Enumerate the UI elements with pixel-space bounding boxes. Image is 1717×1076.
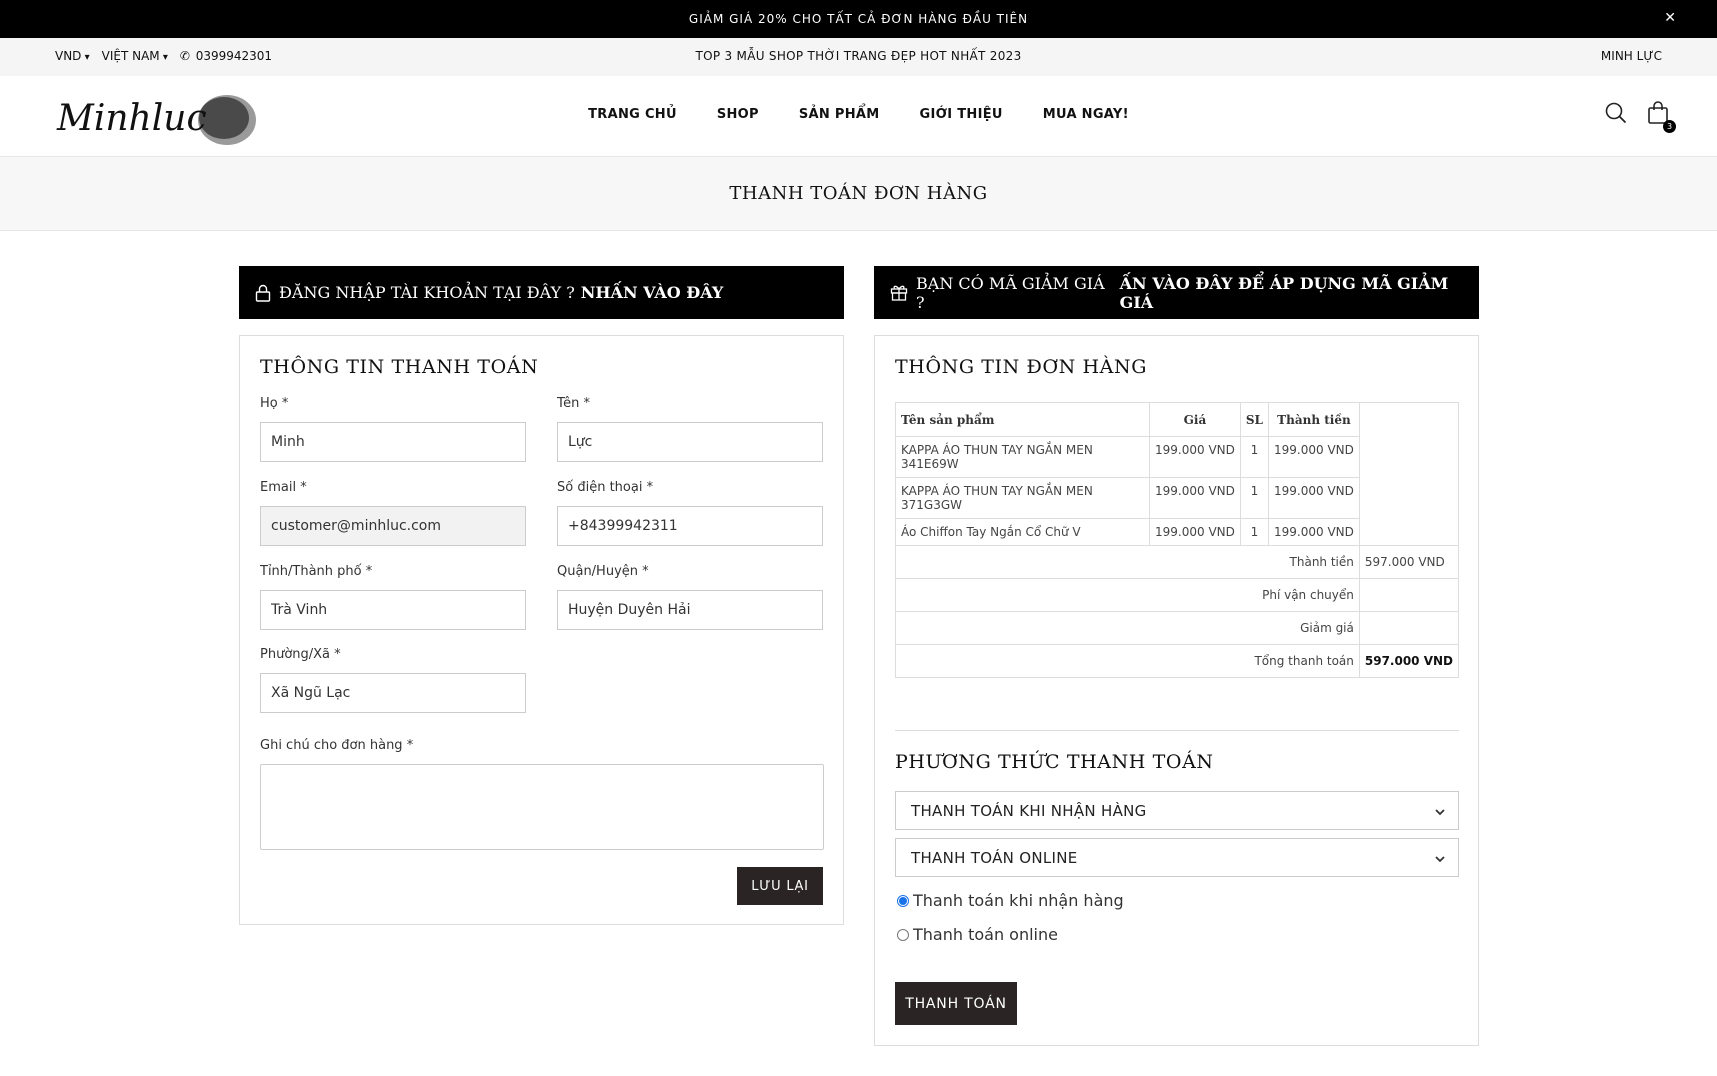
district-select[interactable] xyxy=(557,590,823,630)
product-qty: 1 xyxy=(1239,436,1270,478)
district-label: Quận/Huyện * xyxy=(557,564,649,579)
ward-select[interactable] xyxy=(260,673,526,713)
page-title: THANH TOÁN ĐƠN HÀNG xyxy=(729,183,988,204)
cart-count-badge: 3 xyxy=(1663,120,1676,133)
accordion-cod-label: THANH TOÁN KHI NHẬN HÀNG xyxy=(911,801,1147,820)
gift-icon xyxy=(890,284,908,301)
product-price: 199.000 VND xyxy=(1149,518,1241,546)
page-title-band: THANH TOÁN ĐƠN HÀNG xyxy=(0,156,1717,231)
radio-cod[interactable] xyxy=(897,894,909,907)
shipping-value xyxy=(1358,578,1460,612)
top-bar: VND VIỆT NAM ✆ 0399942301 TOP 3 MẪU SHOP… xyxy=(0,38,1717,76)
grand-total-row: Tổng thanh toán 597.000 VND xyxy=(895,644,1460,678)
phone-field[interactable] xyxy=(557,506,823,546)
product-price: 199.000 VND xyxy=(1149,436,1241,478)
table-header-row: Tên sản phẩm Giá SL Thành tiền xyxy=(894,402,1460,546)
cart-button[interactable]: 3 xyxy=(1647,101,1676,133)
nav-item-buy-now[interactable]: MUA NGAY! xyxy=(1043,107,1129,122)
column-header: SL xyxy=(1239,402,1270,437)
payment-accordion-cod[interactable]: THANH TOÁN KHI NHẬN HÀNG xyxy=(895,791,1459,830)
nav-item-products[interactable]: SẢN PHẨM xyxy=(799,107,880,122)
coupon-link[interactable]: ẤN VÀO ĐÂY ĐỂ ÁP DỤNG MÃ GIẢM GIÁ xyxy=(1120,274,1479,312)
order-table: Tên sản phẩm Giá SL Thành tiền KAPPA ÁO … xyxy=(894,402,1460,678)
grand-total-label: Tổng thanh toán xyxy=(895,644,1360,678)
first-name-input[interactable] xyxy=(557,422,823,462)
product-qty: 1 xyxy=(1239,477,1270,519)
nav-item-home[interactable]: TRANG CHỦ xyxy=(588,107,677,122)
payment-title: PHƯƠNG THỨC THANH TOÁN xyxy=(895,751,1214,773)
discount-value xyxy=(1358,611,1460,645)
first-name-label: Tên * xyxy=(557,396,590,411)
checkout-button[interactable]: THANH TOÁN xyxy=(895,982,1017,1025)
order-panel: THÔNG TIN ĐƠN HÀNG Tên sản phẩm Giá SL T… xyxy=(874,335,1479,1046)
subtotal-label: Thành tiền xyxy=(895,545,1360,579)
login-banner-text: ĐĂNG NHẬP TÀI KHOẢN TẠI ĐÂY ? xyxy=(279,283,575,302)
nav-item-shop[interactable]: SHOP xyxy=(717,107,759,122)
billing-title: THÔNG TIN THANH TOÁN xyxy=(260,356,539,378)
province-select[interactable] xyxy=(260,590,526,630)
shipping-label: Phí vận chuyển xyxy=(895,578,1360,612)
coupon-banner-text: BẠN CÓ MÃ GIẢM GIÁ ? xyxy=(916,273,1105,312)
close-icon[interactable]: ✕ xyxy=(1664,10,1677,26)
order-title: THÔNG TIN ĐƠN HÀNG xyxy=(895,356,1147,378)
column-header: Thành tiền xyxy=(1268,402,1360,437)
radio-online[interactable] xyxy=(897,928,909,941)
email-field[interactable] xyxy=(260,506,526,546)
last-name-label: Họ * xyxy=(260,396,289,411)
login-banner[interactable]: ĐĂNG NHẬP TÀI KHOẢN TẠI ĐÂY ? NHẤN VÀO Đ… xyxy=(239,266,844,319)
product-total: 199.000 VND xyxy=(1268,518,1360,546)
product-qty: 1 xyxy=(1239,518,1270,546)
product-name: KAPPA ÁO THUN TAY NGẮN MEN 341E69W xyxy=(894,436,1151,478)
billing-panel: THÔNG TIN THANH TOÁN Họ * Tên * Email * … xyxy=(239,335,844,925)
chevron-down-icon xyxy=(1434,851,1446,869)
radio-online-label: Thanh toán online xyxy=(913,925,1058,944)
product-total: 199.000 VND xyxy=(1268,477,1360,519)
product-name: KAPPA ÁO THUN TAY NGẮN MEN 371G3GW xyxy=(894,477,1151,519)
order-note-textarea[interactable] xyxy=(260,764,824,850)
radio-cod-label: Thanh toán khi nhận hàng xyxy=(913,891,1124,910)
subtotal-row: Thành tiền 597.000 VND xyxy=(895,545,1460,579)
user-account-link[interactable]: MINH LỰC xyxy=(1601,49,1662,63)
main-nav: TRANG CHỦ SHOP SẢN PHẨM GIỚI THIỆU MUA N… xyxy=(0,107,1717,122)
nav-item-about[interactable]: GIỚI THIỆU xyxy=(920,107,1003,122)
lock-icon xyxy=(255,284,271,302)
shipping-row: Phí vận chuyển xyxy=(895,578,1460,612)
province-label: Tỉnh/Thành phố * xyxy=(260,564,373,579)
search-icon[interactable] xyxy=(1605,102,1627,128)
product-price: 199.000 VND xyxy=(1149,477,1241,519)
announcement-bar: GIẢM GIÁ 20% CHO TẤT CẢ ĐƠN HÀNG ĐẦU TIÊ… xyxy=(0,0,1717,38)
login-link[interactable]: NHẤN VÀO ĐÂY xyxy=(581,283,723,302)
promo-text: TOP 3 MẪU SHOP THỜI TRANG ĐẸP HOT NHẤT 2… xyxy=(695,49,1022,63)
discount-row: Giảm giá xyxy=(895,611,1460,645)
note-label: Ghi chú cho đơn hàng * xyxy=(260,738,414,753)
payment-accordion-online[interactable]: THANH TOÁN ONLINE xyxy=(895,838,1459,877)
chevron-down-icon xyxy=(1434,804,1446,822)
accordion-online-label: THANH TOÁN ONLINE xyxy=(911,848,1078,867)
radio-cod-option[interactable]: Thanh toán khi nhận hàng xyxy=(897,891,1124,910)
subtotal-value: 597.000 VND xyxy=(1358,545,1460,579)
email-label: Email * xyxy=(260,480,307,495)
product-name: Áo Chiffon Tay Ngắn Cổ Chữ V xyxy=(894,518,1151,546)
phone-label: Số điện thoại * xyxy=(557,480,654,495)
ward-label: Phường/Xã * xyxy=(260,647,341,662)
product-total: 199.000 VND xyxy=(1268,436,1360,478)
discount-label: Giảm giá xyxy=(895,611,1360,645)
empty-cell xyxy=(1358,402,1460,546)
radio-online-option[interactable]: Thanh toán online xyxy=(897,925,1058,944)
announcement-text: GIẢM GIÁ 20% CHO TẤT CẢ ĐƠN HÀNG ĐẦU TIÊ… xyxy=(688,12,1029,26)
save-button[interactable]: LƯU LẠI xyxy=(737,867,823,905)
coupon-banner[interactable]: BẠN CÓ MÃ GIẢM GIÁ ? ẤN VÀO ĐÂY ĐỂ ÁP DỤ… xyxy=(874,266,1479,319)
column-header: Tên sản phẩm xyxy=(894,402,1151,437)
column-header: Giá xyxy=(1149,402,1241,437)
site-header: Minhluc TRANG CHỦ SHOP SẢN PHẨM GIỚI THI… xyxy=(0,76,1717,156)
grand-total-value: 597.000 VND xyxy=(1358,644,1460,678)
last-name-input[interactable] xyxy=(260,422,526,462)
divider xyxy=(895,730,1459,731)
